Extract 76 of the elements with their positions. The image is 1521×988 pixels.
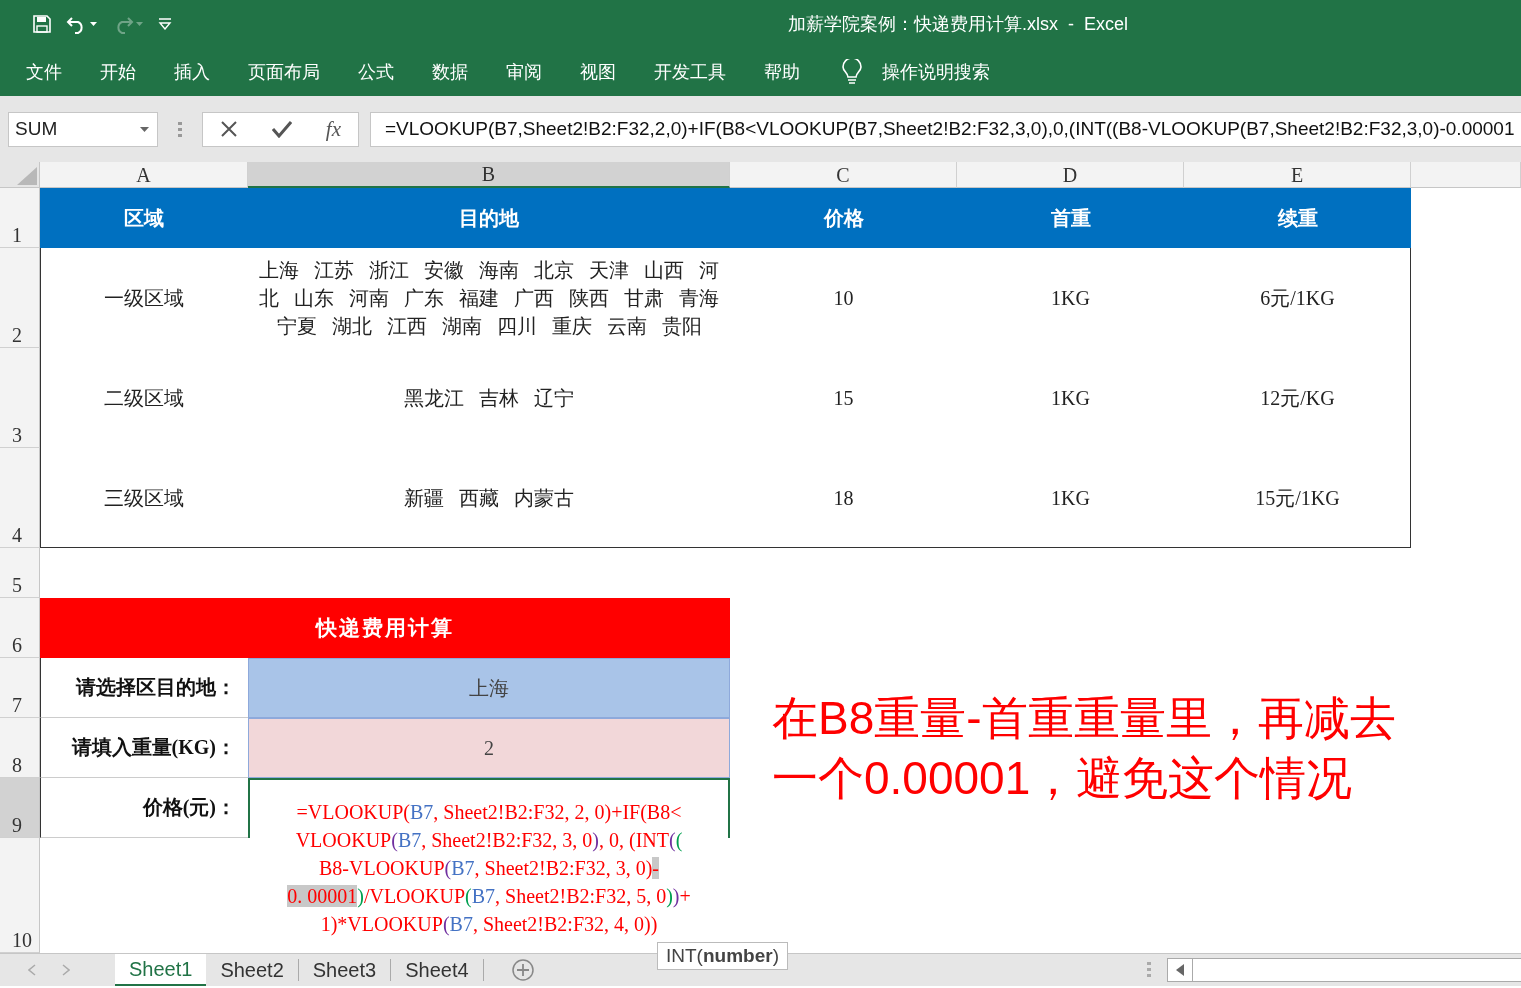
table-cell-text: 15元/1KG [1255, 486, 1340, 511]
grip-icon [178, 121, 182, 137]
insert-function-button[interactable]: fx [325, 116, 341, 142]
row-header[interactable]: 3 [0, 348, 40, 448]
row-header[interactable]: 8 [0, 718, 40, 778]
sheet-tab[interactable]: Sheet3 [298, 959, 392, 981]
table-cell-text: 12元/KG [1260, 386, 1335, 411]
table-cell-text: 1KG [1051, 286, 1090, 311]
cell-formula-editor[interactable]: =VLOOKUP(B7, Sheet2!B2:F32, 2, 0)+IF(B8< VLOOKUP(B7, Sheet2!B2:F32, 3, 0), 0, (INT(( B8-VLOOKUP(B7, Sheet2!B2:F32, 3, 0)- 0. 00001)/VLOOKUP(B7, Sheet2!B2:F32, 5, 0))+ 1)*VLOOKUP(B7, Sheet2!B2:F32, 4, 0)) [248, 798, 730, 938]
row-header[interactable]: 4 [0, 448, 40, 548]
cancel-icon[interactable] [219, 120, 238, 138]
column-header[interactable]: B [248, 162, 730, 188]
ribbon-tab[interactable]: 数据 [432, 56, 468, 88]
ribbon-tab[interactable]: 开发工具 [654, 56, 726, 88]
field-label: 请选择区目的地： [76, 675, 236, 700]
ribbon-tab[interactable]: 公式 [358, 56, 394, 88]
table-header-cell: 续重 [1184, 188, 1411, 248]
input-cell[interactable]: 2 [248, 718, 730, 778]
row-header[interactable]: 6 [0, 598, 40, 658]
save-icon[interactable] [32, 14, 52, 34]
horizontal-scrollbar[interactable] [1167, 958, 1521, 982]
table-cell-text: 18 [833, 486, 854, 511]
tell-me-search[interactable]: 操作说明搜索 [882, 56, 990, 88]
row-header[interactable]: 9 [0, 778, 40, 838]
field-label: 请填入重量(KG)： [71, 735, 236, 761]
row-header[interactable]: 7 [0, 658, 40, 718]
column-header[interactable]: E [1184, 162, 1411, 188]
name-box[interactable]: SUM [8, 111, 158, 147]
column-header[interactable]: C [730, 162, 957, 188]
ribbon-tab[interactable]: 插入 [174, 56, 210, 88]
table-cell-text: 15 [833, 386, 854, 411]
ribbon-tab[interactable]: 审阅 [506, 56, 542, 88]
add-sheet-icon[interactable] [511, 959, 534, 981]
sheet-tab[interactable]: Sheet1 [115, 954, 207, 986]
table-cell-text: 新疆 西藏 内蒙古 [404, 486, 574, 511]
function-tooltip: INT(number) [657, 942, 788, 970]
undo-icon[interactable] [66, 14, 98, 34]
table-cell-text: 三级区域 [104, 486, 184, 511]
table-header-cell: 目的地 [248, 188, 730, 248]
check-icon[interactable] [271, 120, 292, 138]
table-cell-text: 黑龙江 吉林 辽宁 [404, 386, 574, 411]
field-label: 价格(元)： [142, 795, 236, 821]
row-header[interactable]: 2 [0, 248, 40, 348]
calculator-title: 快递费用计算 [40, 598, 730, 658]
grip-icon [1147, 961, 1151, 979]
sheet-tab[interactable]: Sheet2 [206, 959, 299, 981]
table-header-cell: 价格 [730, 188, 957, 248]
formula-input[interactable]: =VLOOKUP(B7,Sheet2!B2:F32,2,0)+IF(B8<VLOOKUP(B7,Sheet2!B2:F32,3,0),0,(INT((B8-VLOOKUP(B7,Sheet2!B2:F32,3,0)-0.00001 [370, 111, 1521, 147]
customize-caret-icon[interactable] [158, 18, 172, 30]
table-cell-text: 上海 江苏 浙江 安徽 海南 北京 天津 山西 河北 山东 河南 广东 福建 广西 陕西 甘肃 青海宁夏 湖北 江西 湖南 四川 重庆 云南 贵阳 [258, 258, 720, 339]
table-cell-text: 1KG [1051, 486, 1090, 511]
row-header[interactable]: 1 [0, 188, 40, 248]
table-cell-text: 1KG [1051, 386, 1090, 411]
sheet-tab[interactable]: Sheet4 [391, 959, 484, 981]
ribbon-tab[interactable]: 页面布局 [248, 56, 320, 88]
triangle-icon [17, 167, 37, 185]
ribbon-tab[interactable]: 视图 [580, 56, 616, 88]
ribbon-tab[interactable]: 文件 [26, 56, 62, 88]
table-header-cell: 区域 [40, 188, 248, 248]
scroll-left-icon[interactable] [1176, 964, 1184, 976]
ribbon-tab[interactable]: 开始 [100, 56, 136, 88]
table-cell-text: 二级区域 [104, 386, 184, 411]
column-header[interactable]: A [40, 162, 248, 188]
table-header-cell: 首重 [957, 188, 1184, 248]
table-cell-text: 一级区域 [104, 286, 184, 311]
dropdown-caret-icon[interactable] [140, 126, 149, 132]
window-title: 加薪学院案例：快递费用计算.xlsx - Excel [788, 13, 1128, 36]
annotation-text: 在B8重量-首重重量里，再减去 一个0.00001，避免这个情况 [771, 691, 1397, 806]
lightbulb-icon[interactable] [842, 59, 862, 85]
table-cell-text: 6元/1KG [1260, 286, 1335, 311]
input-cell[interactable]: 上海 [248, 658, 730, 718]
row-header[interactable]: 5 [0, 548, 40, 598]
row-header[interactable]: 10 [0, 838, 40, 953]
table-cell-text: 10 [833, 286, 854, 311]
column-header[interactable]: D [957, 162, 1184, 188]
ribbon-tab[interactable]: 帮助 [764, 56, 800, 88]
